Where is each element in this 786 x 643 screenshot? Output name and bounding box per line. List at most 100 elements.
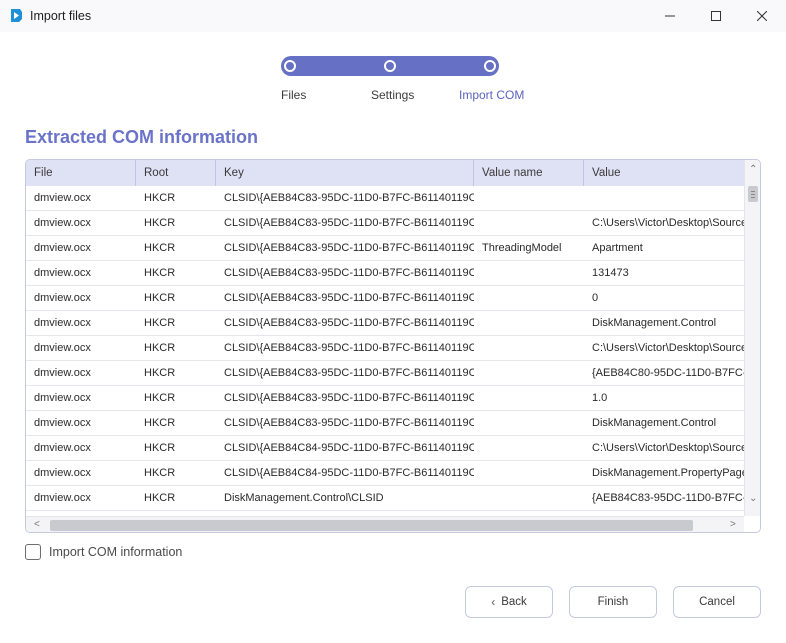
cell-value: 1.0 — [592, 392, 608, 404]
cell-file: dmview.ocx — [34, 217, 91, 229]
step-dot-settings — [384, 60, 396, 72]
column-header-key[interactable]: Key — [216, 160, 474, 186]
cell-value: DiskManagement.Control — [592, 417, 717, 429]
table-row[interactable]: dmview.ocx HKCR CLSID\{AEB84C83-95DC-11D0-… — [26, 386, 744, 411]
cell-key: DiskManagement.Control\CLSID — [224, 492, 384, 504]
cell-file: dmview.ocx — [34, 367, 91, 379]
cell-value: Apartment — [592, 242, 643, 254]
cell-file: dmview.ocx — [34, 342, 91, 354]
cell-value — [584, 186, 744, 211]
cell-key: CLSID\{AEB84C83-95DC-11D0-B7FC-B61140119… — [224, 342, 474, 354]
horizontal-scrollbar[interactable]: < > — [26, 516, 744, 532]
cell-key: CLSID\{AEB84C83-95DC-11D0-B7FC-B61140119… — [224, 267, 474, 279]
column-header-file[interactable]: File — [26, 160, 136, 186]
column-header-value-name[interactable]: Value name — [474, 160, 584, 186]
cell-value: C:\Users\Victor\Desktop\Source — [592, 342, 744, 354]
cell-value-name — [474, 436, 584, 461]
cell-value-name — [474, 286, 584, 311]
app-logo-icon — [11, 9, 22, 22]
cell-key: CLSID\{AEB84C83-95DC-11D0-B7FC-B61140119… — [224, 242, 474, 254]
cell-file: dmview.ocx — [34, 192, 91, 204]
table-row[interactable]: dmview.ocx HKCR CLSID\{AEB84C83-95DC-11D0-… — [26, 361, 744, 386]
cell-value: {AEB84C80-95DC-11D0-B7FC-B — [592, 367, 744, 379]
cell-value-name — [474, 386, 584, 411]
cancel-button[interactable]: Cancel — [673, 586, 761, 618]
cell-value-name — [474, 461, 584, 486]
cell-root: HKCR — [144, 392, 176, 404]
cell-key: CLSID\{AEB84C84-95DC-11D0-B7FC-B61140119… — [224, 442, 474, 454]
grid-body: dmview.ocx HKCR CLSID\{AEB84C83-95DC-11D0-… — [26, 186, 744, 516]
vertical-scroll-thumb[interactable] — [748, 186, 758, 202]
table-row[interactable]: dmview.ocx HKCR CLSID\{AEB84C83-95DC-11D0-… — [26, 336, 744, 361]
finish-button[interactable]: Finish — [569, 586, 657, 618]
table-row[interactable]: dmview.ocx HKCR CLSID\{AEB84C83-95DC-11D0-… — [26, 311, 744, 336]
table-row[interactable]: dmview.ocx HKCR CLSID\{AEB84C83-95DC-11D0-… — [26, 186, 744, 211]
scroll-right-icon[interactable]: > — [730, 519, 736, 530]
cell-value-name — [474, 261, 584, 286]
close-button[interactable] — [739, 0, 785, 32]
step-label-settings: Settings — [371, 88, 415, 102]
cell-key: CLSID\{AEB84C84-95DC-11D0-B7FC-B61140119… — [224, 467, 474, 479]
close-icon — [757, 11, 767, 21]
cell-value: {AEB84C83-95DC-11D0-B7FC-B61140119C4 — [592, 492, 744, 504]
scroll-up-icon[interactable]: ⌃ — [749, 164, 757, 175]
cell-file: dmview.ocx — [34, 292, 91, 304]
cell-value-name — [474, 311, 584, 336]
window-title: Import files — [30, 9, 92, 23]
cell-file: dmview.ocx — [34, 417, 91, 429]
cell-value-name — [474, 486, 584, 511]
cell-root: HKCR — [144, 492, 176, 504]
cell-key: CLSID\{AEB84C83-95DC-11D0-B7FC-B61140119… — [224, 317, 474, 329]
table-row[interactable]: dmview.ocx HKCR CLSID\{AEB84C83-95DC-11D0-… — [26, 236, 744, 261]
scroll-down-icon[interactable]: ⌄ — [749, 493, 757, 504]
cell-value-name — [474, 211, 584, 236]
cell-root: HKCR — [144, 242, 176, 254]
back-button[interactable]: ‹ Back — [465, 586, 553, 618]
cell-key: CLSID\{AEB84C83-95DC-11D0-B7FC-B61140119… — [224, 417, 474, 429]
cell-key: CLSID\{AEB84C83-95DC-11D0-B7FC-B61140119… — [224, 292, 474, 304]
step-dot-import-com — [484, 60, 496, 72]
progress-stepper — [281, 56, 499, 76]
cell-root: HKCR — [144, 417, 176, 429]
cell-file: dmview.ocx — [34, 242, 91, 254]
minimize-icon — [665, 15, 675, 17]
horizontal-scroll-thumb[interactable] — [50, 520, 693, 531]
cell-key: CLSID\{AEB84C83-95DC-11D0-B7FC-B61140119… — [224, 392, 474, 404]
table-row[interactable]: dmview.ocx HKCR CLSID\{AEB84C83-95DC-11D0-… — [26, 411, 744, 436]
cancel-button-label: Cancel — [699, 596, 735, 608]
cell-value: DiskManagement.PropertyPage — [592, 467, 744, 479]
column-header-value[interactable]: Value — [584, 160, 744, 186]
table-row[interactable]: dmview.ocx HKCR CLSID\{AEB84C83-95DC-11D0-… — [26, 261, 744, 286]
cell-value-name: ThreadingModel — [482, 242, 562, 254]
column-header-root[interactable]: Root — [136, 160, 216, 186]
table-row[interactable]: dmview.ocx HKCR CLSID\{AEB84C84-95DC-11D0-… — [26, 461, 744, 486]
finish-button-label: Finish — [597, 596, 629, 608]
chevron-left-icon: ‹ — [491, 595, 496, 609]
cell-key: CLSID\{AEB84C83-95DC-11D0-B7FC-B61140119… — [224, 217, 474, 229]
cell-value-name — [474, 336, 584, 361]
step-dot-files — [284, 60, 296, 72]
cell-value: DiskManagement.Control — [592, 317, 717, 329]
cell-file: dmview.ocx — [34, 492, 91, 504]
table-row[interactable]: dmview.ocx HKCR DiskManagement.Control\CLS… — [26, 486, 744, 511]
cell-key: CLSID\{AEB84C83-95DC-11D0-B7FC-B61140119… — [224, 367, 474, 379]
table-row[interactable]: dmview.ocx HKCR CLSID\{AEB84C83-95DC-11D0-… — [26, 211, 744, 236]
cell-value-name — [474, 186, 584, 211]
vertical-scrollbar[interactable]: ⌃ ⌄ — [744, 160, 760, 516]
minimize-button[interactable] — [647, 0, 693, 32]
step-label-files: Files — [281, 88, 307, 102]
scroll-left-icon[interactable]: < — [34, 519, 40, 530]
cell-value-name — [474, 361, 584, 386]
cell-root: HKCR — [144, 267, 176, 279]
cell-value: 131473 — [592, 267, 629, 279]
import-com-checkbox-label[interactable]: Import COM information — [49, 545, 182, 559]
import-com-checkbox[interactable] — [25, 544, 41, 560]
maximize-button[interactable] — [693, 0, 739, 32]
cell-root: HKCR — [144, 217, 176, 229]
table-row[interactable]: dmview.ocx HKCR CLSID\{AEB84C83-95DC-11D0-… — [26, 286, 744, 311]
step-label-import-com: Import COM — [459, 88, 525, 102]
section-title: Extracted COM information — [25, 127, 259, 147]
cell-value: C:\Users\Victor\Desktop\Source — [592, 217, 744, 229]
cell-file: dmview.ocx — [34, 442, 91, 454]
table-row[interactable]: dmview.ocx HKCR CLSID\{AEB84C84-95DC-11D0-… — [26, 436, 744, 461]
